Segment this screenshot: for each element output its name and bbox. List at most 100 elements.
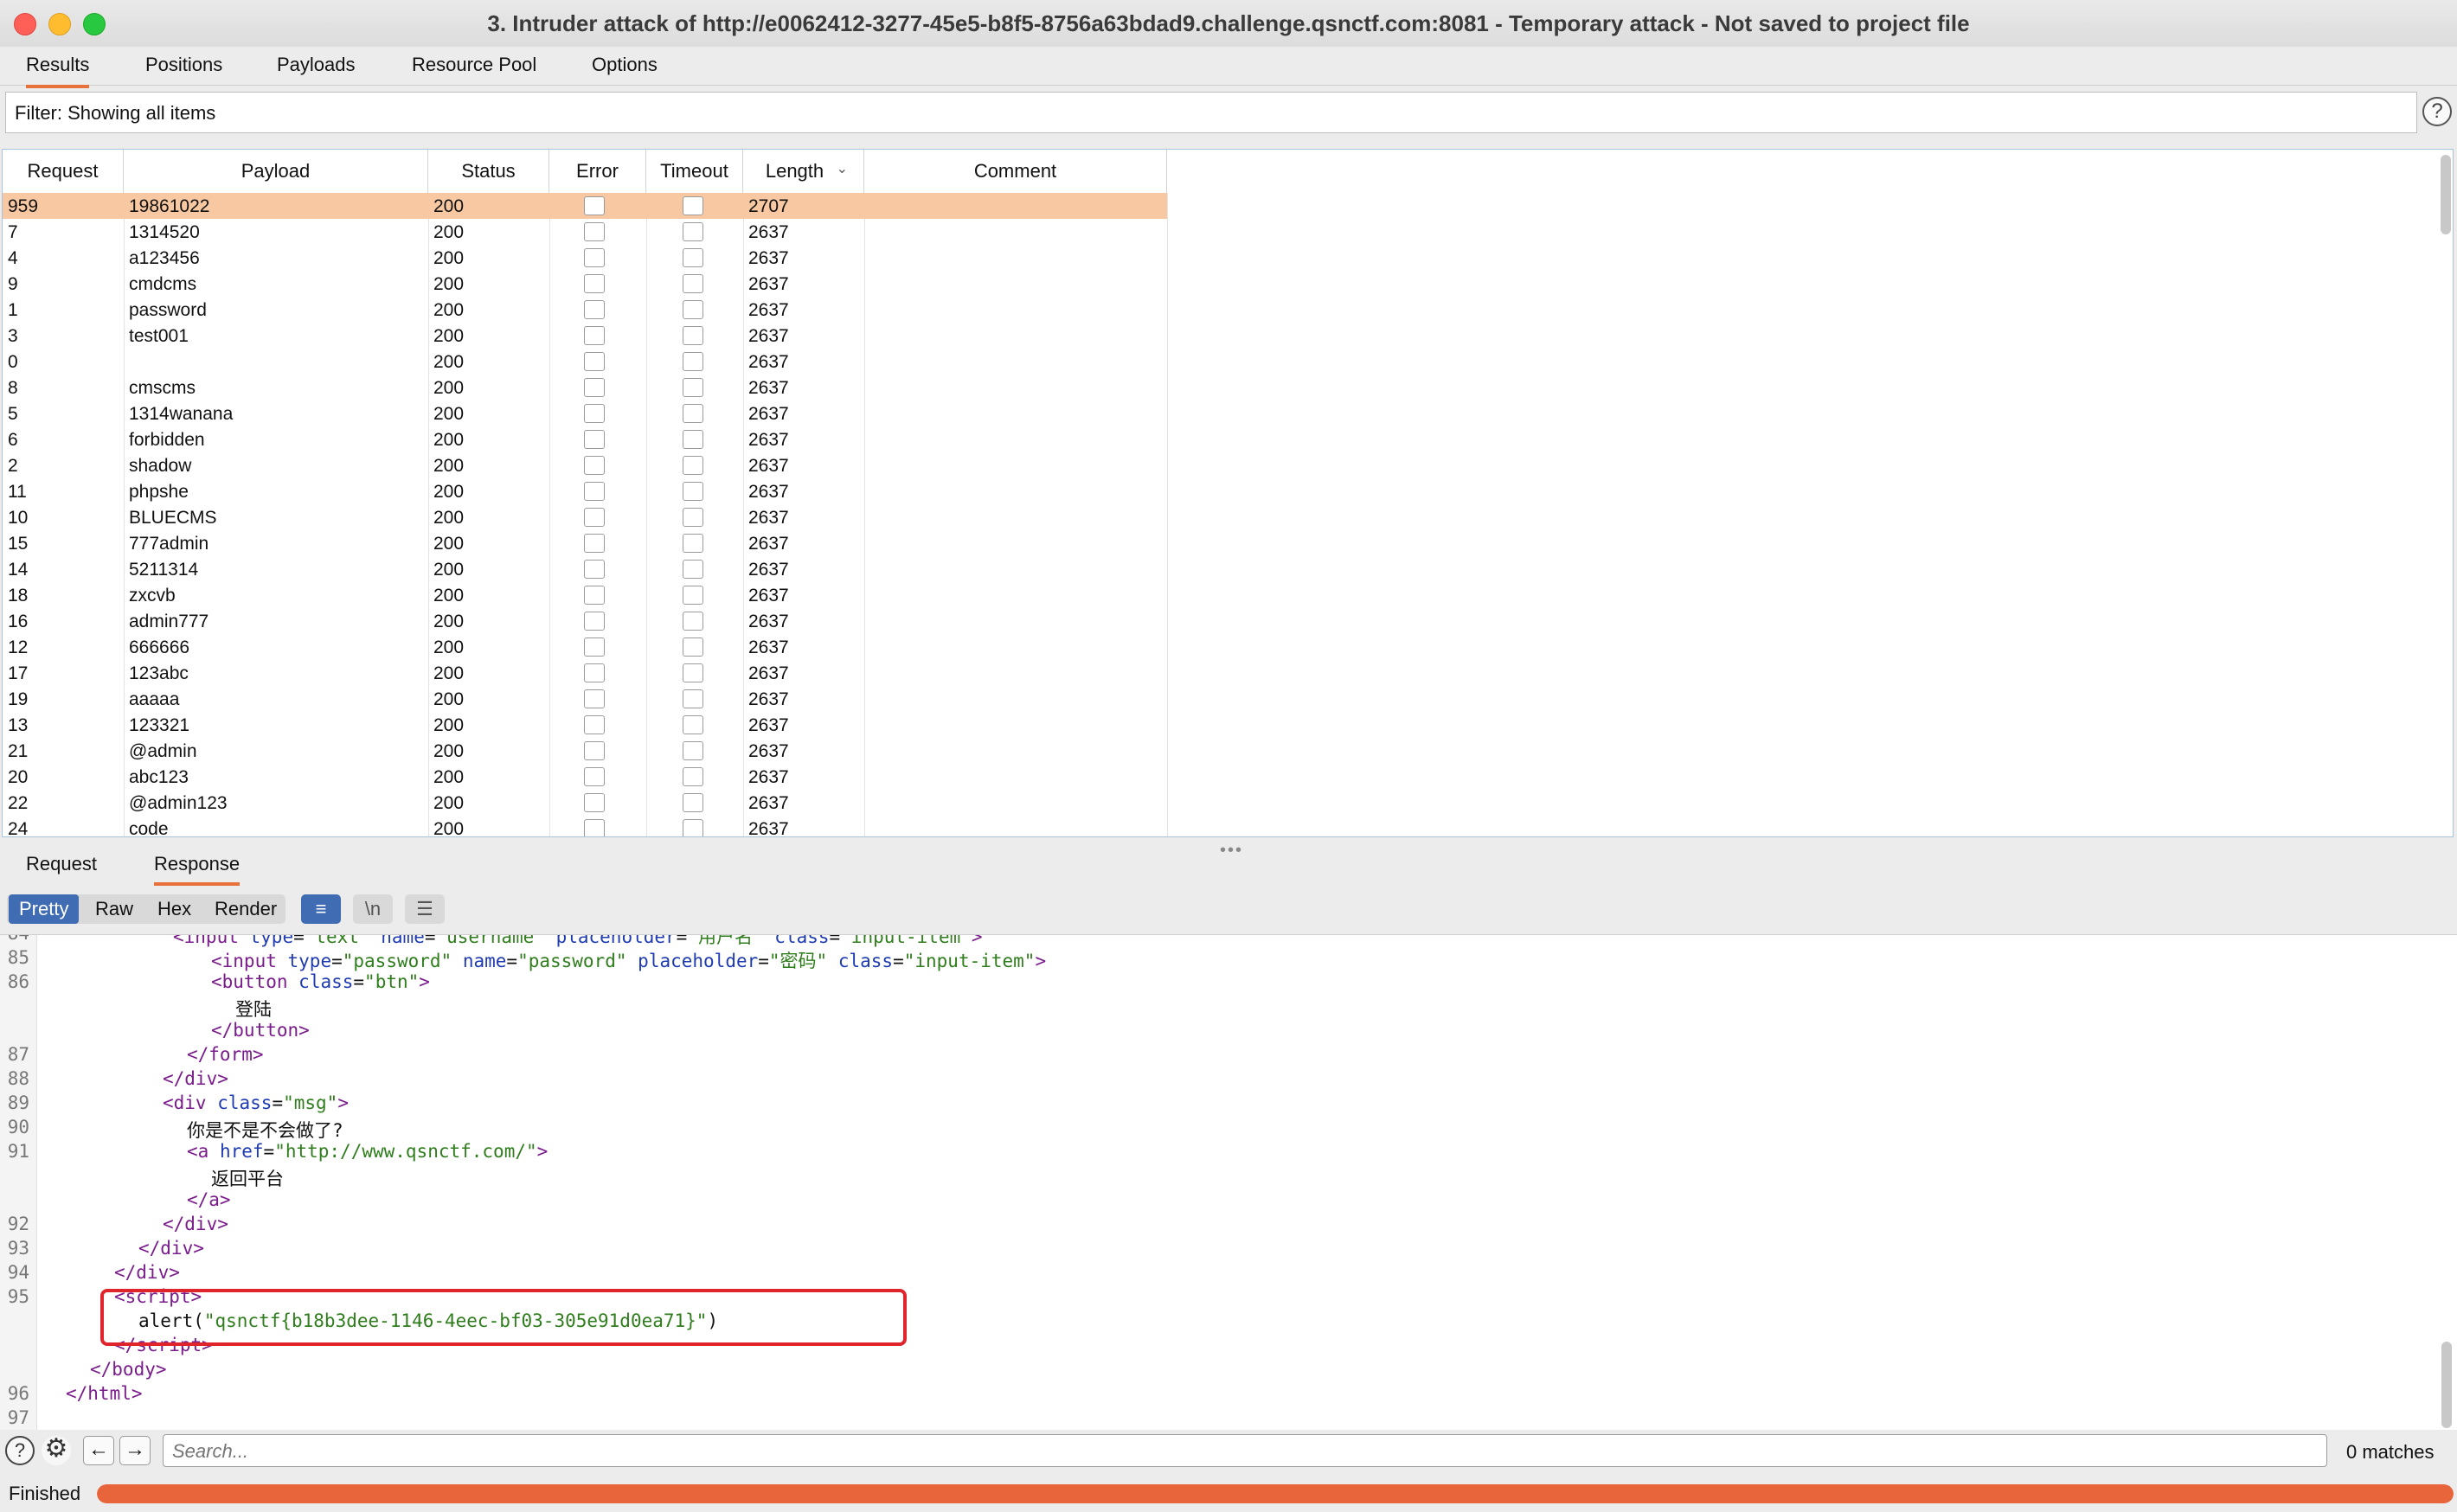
timeout-checkbox: [683, 508, 703, 527]
table-row[interactable]: 1 password 200 2637: [3, 297, 1167, 323]
timeout-checkbox: [683, 715, 703, 734]
error-checkbox: [584, 534, 605, 553]
table-row[interactable]: 2 shadow 200 2637: [3, 452, 1167, 478]
mode-render-button[interactable]: Render: [204, 894, 287, 924]
table-row[interactable]: 16 admin777 200 2637: [3, 608, 1167, 634]
gear-icon[interactable]: ⚙: [42, 1436, 71, 1465]
table-scrollbar[interactable]: [2441, 155, 2451, 234]
table-row[interactable]: 17 123abc 200 2637: [3, 660, 1167, 686]
table-row[interactable]: 18 zxcvb 200 2637: [3, 582, 1167, 608]
table-row[interactable]: 20 abc123 200 2637: [3, 764, 1167, 790]
arrow-left-icon[interactable]: ←: [83, 1436, 114, 1465]
search-field[interactable]: [163, 1434, 2327, 1467]
timeout-checkbox: [683, 248, 703, 267]
column-header-comment[interactable]: Comment: [864, 150, 1167, 193]
table-row[interactable]: 4 a123456 200 2637: [3, 245, 1167, 271]
arrow-right-icon[interactable]: →: [119, 1436, 151, 1465]
column-header-payload[interactable]: Payload: [124, 150, 428, 193]
error-checkbox: [584, 196, 605, 215]
request-number-cell: 13: [8, 715, 29, 735]
pane-resize-handle[interactable]: •••: [1220, 841, 1243, 861]
help-icon[interactable]: ?: [5, 1436, 35, 1465]
column-header-timeout[interactable]: Timeout: [646, 150, 743, 193]
table-row[interactable]: 22 @admin123 200 2637: [3, 790, 1167, 816]
tab-payloads[interactable]: Payloads: [277, 54, 356, 85]
status-cell: 200: [433, 482, 465, 502]
table-row[interactable]: 9 cmdcms 200 2637: [3, 271, 1167, 297]
line-number: 94: [7, 1262, 29, 1283]
tab-resource-pool[interactable]: Resource Pool: [412, 54, 536, 85]
table-row[interactable]: 24 code 200 2637: [3, 816, 1167, 836]
table-row[interactable]: 19 aaaaa 200 2637: [3, 686, 1167, 712]
error-checkbox: [584, 560, 605, 579]
line-number: 84: [0, 935, 29, 944]
menu-icon[interactable]: ☰: [405, 894, 445, 924]
code-line: <a href="http://www.qsnctf.com/">: [187, 1141, 548, 1162]
code-line: </div>: [163, 1068, 228, 1089]
length-cell: 2637: [748, 767, 789, 787]
error-checkbox: [584, 612, 605, 631]
table-row[interactable]: 7 1314520 200 2637: [3, 219, 1167, 245]
tab-request[interactable]: Request: [26, 853, 97, 882]
table-row[interactable]: 11 phpshe 200 2637: [3, 478, 1167, 504]
code-line: <input type="password" name="password" p…: [211, 951, 1047, 971]
tab-results[interactable]: Results: [26, 54, 90, 88]
table-row[interactable]: 6 forbidden 200 2637: [3, 426, 1167, 452]
table-row[interactable]: 14 5211314 200 2637: [3, 556, 1167, 582]
table-row[interactable]: 5 1314wanana 200 2637: [3, 400, 1167, 426]
request-number-cell: 18: [8, 586, 29, 605]
table-row[interactable]: 12 666666 200 2637: [3, 634, 1167, 660]
table-row[interactable]: 959 19861022 200 2707: [3, 193, 1167, 219]
editor-scrollbar[interactable]: [2441, 1342, 2452, 1428]
error-checkbox: [584, 326, 605, 345]
request-number-cell: 16: [8, 612, 29, 631]
table-row[interactable]: 3 test001 200 2637: [3, 323, 1167, 349]
response-editor[interactable]: 84<input type="text" name="username" pla…: [0, 934, 2457, 1430]
tab-positions[interactable]: Positions: [145, 54, 222, 85]
timeout-checkbox: [683, 663, 703, 682]
timeout-checkbox: [683, 689, 703, 708]
request-number-cell: 7: [8, 222, 18, 242]
length-cell: 2637: [748, 793, 789, 813]
payload-cell: 666666: [129, 637, 190, 657]
timeout-checkbox: [683, 560, 703, 579]
table-row[interactable]: 0 200 2637: [3, 349, 1167, 375]
request-number-cell: 6: [8, 430, 18, 450]
table-row[interactable]: 10 BLUECMS 200 2637: [3, 504, 1167, 530]
column-header-request[interactable]: Request: [3, 150, 124, 193]
code-line: 登陆: [235, 999, 272, 1020]
status-cell: 200: [433, 793, 465, 813]
wrap-lines-icon[interactable]: ≡: [301, 894, 341, 924]
table-row[interactable]: 21 @admin 200 2637: [3, 738, 1167, 764]
column-header-status[interactable]: Status: [428, 150, 549, 193]
mode-hex-button[interactable]: Hex: [147, 894, 202, 924]
timeout-checkbox: [683, 767, 703, 786]
error-checkbox: [584, 741, 605, 760]
search-input[interactable]: [170, 1438, 2319, 1464]
code-line: </button>: [211, 1020, 310, 1041]
payload-cell: password: [129, 300, 207, 320]
table-row[interactable]: 15 777admin 200 2637: [3, 530, 1167, 556]
mode-pretty-button[interactable]: Pretty: [9, 894, 80, 924]
tab-options[interactable]: Options: [592, 54, 658, 85]
mode-raw-button[interactable]: Raw: [85, 894, 144, 924]
request-number-cell: 14: [8, 560, 29, 580]
length-cell: 2637: [748, 741, 789, 761]
payload-cell: phpshe: [129, 482, 189, 502]
column-header-length[interactable]: Length ⌄: [743, 150, 864, 193]
length-cell: 2637: [748, 326, 789, 346]
filter-bar[interactable]: Filter: Showing all items: [5, 92, 2417, 133]
code-line: </div>: [114, 1262, 180, 1283]
show-newlines-button[interactable]: \n: [353, 894, 393, 924]
timeout-checkbox: [683, 326, 703, 345]
column-header-error[interactable]: Error: [549, 150, 646, 193]
tab-response[interactable]: Response: [154, 853, 241, 886]
line-number: 97: [7, 1407, 29, 1428]
status-cell: 200: [433, 430, 465, 450]
status-cell: 200: [433, 222, 465, 242]
status-cell: 200: [433, 248, 465, 268]
table-row[interactable]: 8 cmscms 200 2637: [3, 375, 1167, 400]
help-icon[interactable]: ?: [2422, 97, 2452, 126]
payload-cell: BLUECMS: [129, 508, 217, 528]
table-row[interactable]: 13 123321 200 2637: [3, 712, 1167, 738]
